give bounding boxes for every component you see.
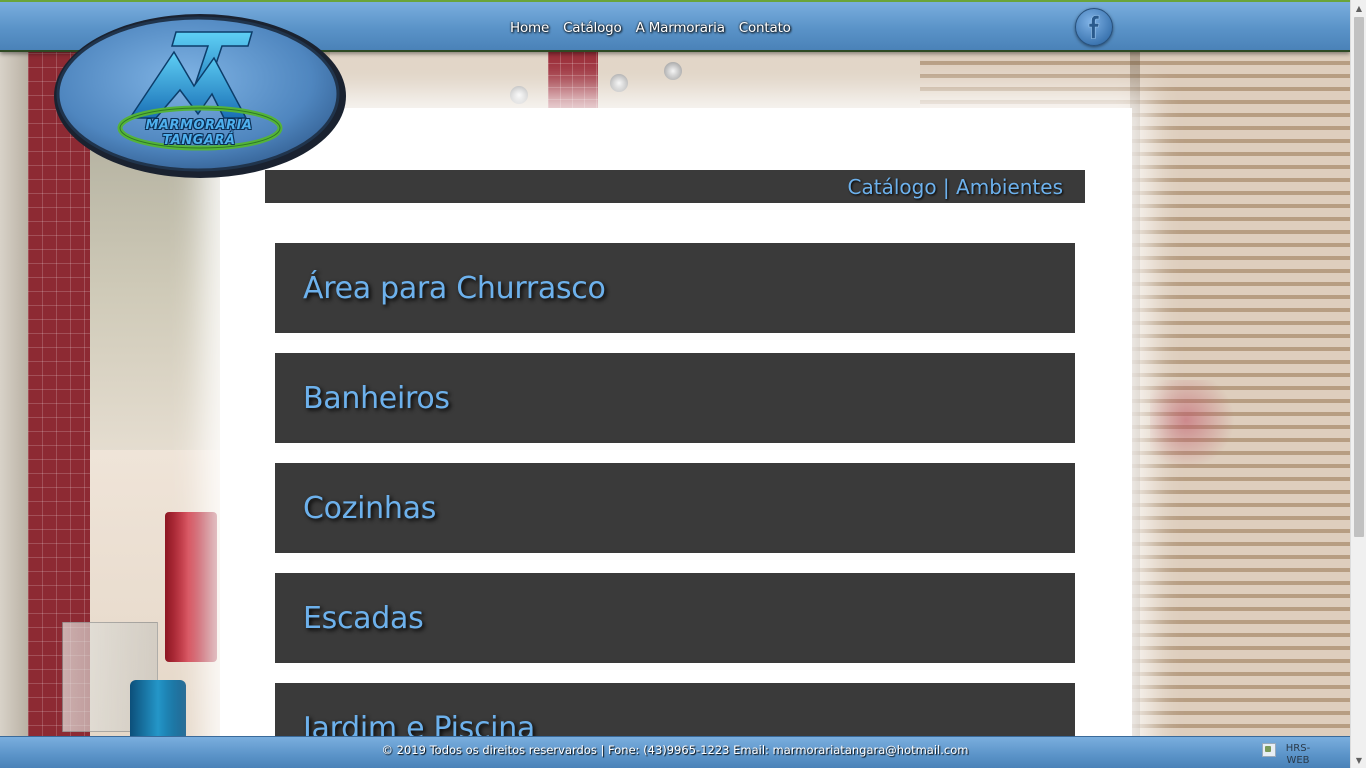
background-blue-bottle [130, 680, 186, 740]
main-nav: Home Catálogo A Marmoraria Contato [503, 20, 798, 36]
scroll-down-arrow-icon[interactable]: ▼ [1351, 752, 1366, 768]
category-banheiros[interactable]: Banheiros [275, 353, 1075, 443]
logo-graphic [54, 14, 346, 178]
background-red-bottle [165, 512, 217, 662]
hrs-web-badge[interactable]: HRS-WEB [1262, 743, 1322, 768]
facebook-f-glyph [1088, 15, 1100, 39]
page-scrollbar[interactable]: ▲ ▼ [1350, 0, 1366, 768]
scroll-up-arrow-icon[interactable]: ▲ [1351, 0, 1366, 16]
facebook-icon[interactable] [1075, 8, 1113, 46]
footer-copyright: © 2019 Todos os direitos reservardos | F… [381, 743, 969, 757]
category-escadas[interactable]: Escadas [275, 573, 1075, 663]
category-label: Escadas [303, 600, 424, 636]
hrs-web-alt-text: HRS-WEB [1285, 743, 1311, 766]
category-label: Banheiros [303, 380, 450, 416]
category-list: Área para Churrasco Banheiros Cozinhas E… [275, 243, 1075, 768]
scroll-thumb[interactable] [1354, 17, 1364, 537]
background-top-tiles [548, 52, 598, 112]
background-faucet [510, 86, 528, 104]
logo-text-line2: TANGARÁ [162, 133, 236, 148]
site-logo[interactable]: MARMORARIA TANGARÁ [52, 8, 348, 180]
background-top-wall [330, 52, 930, 112]
nav-catalogo-link[interactable]: Catálogo [556, 20, 629, 36]
category-area-churrasco[interactable]: Área para Churrasco [275, 243, 1075, 333]
site-footer: © 2019 Todos os direitos reservardos | F… [0, 736, 1350, 768]
background-faucet [664, 62, 682, 80]
background-flower [1150, 380, 1240, 480]
background-faucet [610, 74, 628, 92]
category-label: Área para Churrasco [303, 270, 606, 306]
nav-home-link[interactable]: Home [503, 20, 556, 36]
category-cozinhas[interactable]: Cozinhas [275, 463, 1075, 553]
nav-a-marmoraria-link[interactable]: A Marmoraria [629, 20, 732, 36]
background-wall [0, 52, 28, 768]
category-label: Cozinhas [303, 490, 437, 526]
broken-image-icon [1262, 743, 1276, 757]
nav-contato-link[interactable]: Contato [732, 20, 798, 36]
breadcrumb: Catálogo | Ambientes [265, 170, 1085, 203]
breadcrumb-text: Catálogo | Ambientes [847, 174, 1063, 199]
logo-text-line1: MARMORARIA [145, 118, 253, 133]
